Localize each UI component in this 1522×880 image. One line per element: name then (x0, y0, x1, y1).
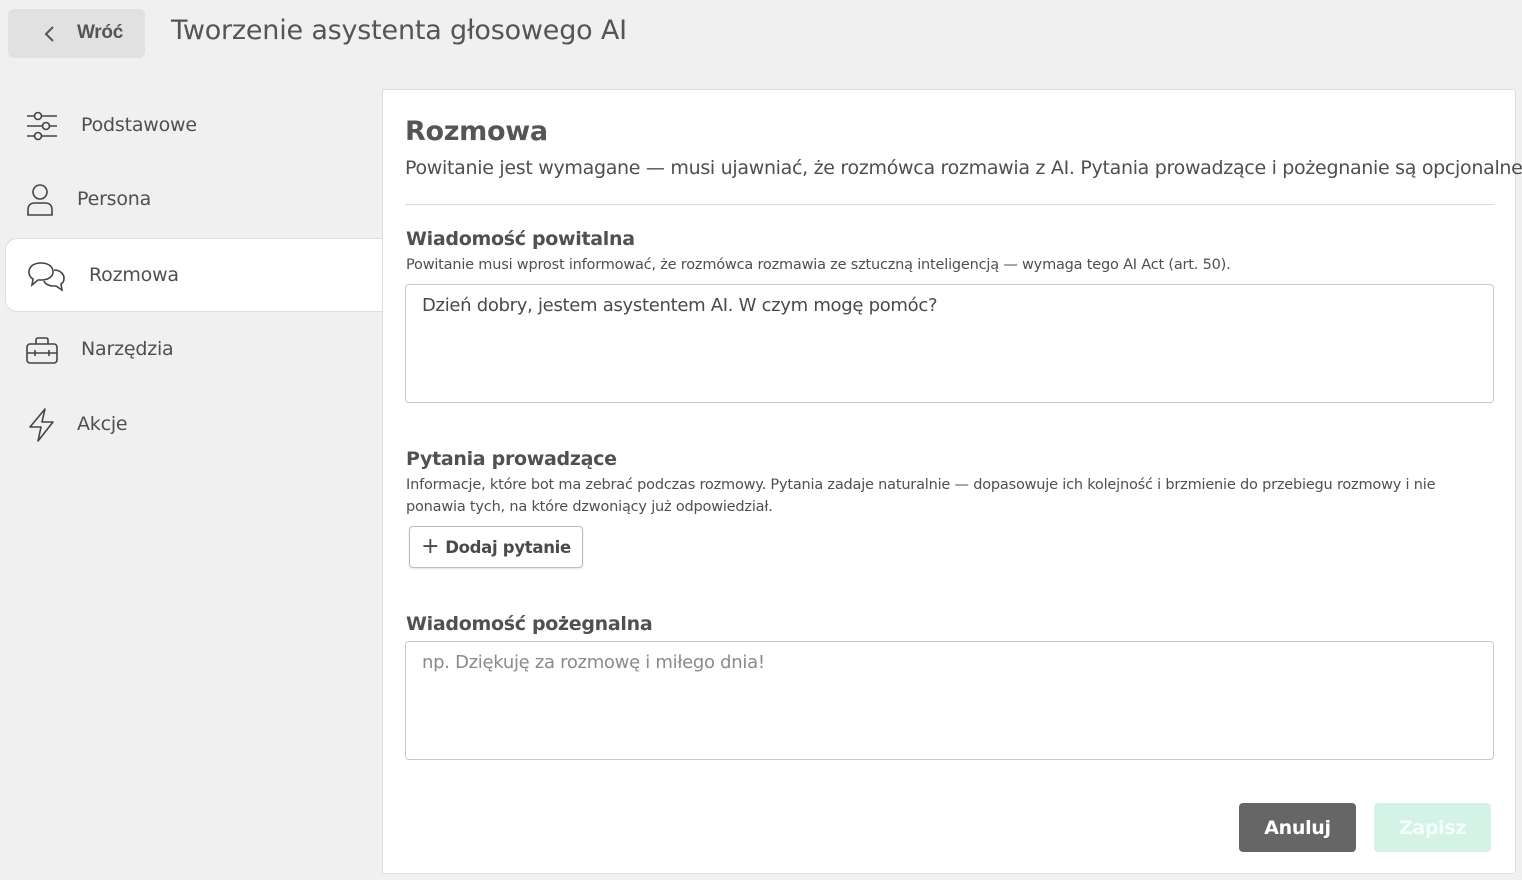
farewell-message-label: Wiadomość pożegnalna (406, 613, 653, 635)
back-button-label: Wróć (77, 22, 123, 43)
section-description: Powitanie jest wymagane — musi ujawniać,… (405, 157, 1522, 179)
sidebar-item-label: Podstawowe (81, 114, 197, 136)
welcome-message-label: Wiadomość powitalna (406, 228, 635, 250)
toolbox-icon (26, 337, 58, 364)
divider (405, 204, 1494, 205)
user-icon (27, 184, 53, 216)
add-question-label: Dodaj pytanie (445, 537, 571, 557)
leading-questions-hint-line1: Informacje, które bot ma zebrać podczas … (406, 477, 1436, 493)
welcome-message-field[interactable]: Dzień dobry, jestem asystentem AI. W czy… (405, 284, 1494, 403)
leading-questions-label: Pytania prowadzące (406, 448, 617, 470)
back-button[interactable]: Wróć (8, 9, 145, 58)
cancel-button[interactable]: Anuluj (1239, 803, 1356, 852)
sidebar-item-rozmowa[interactable]: Rozmowa (5, 238, 384, 312)
page-title: Tworzenie asystenta głosowego AI (171, 15, 627, 46)
welcome-message-hint: Powitanie musi wprost informować, że roz… (406, 257, 1231, 273)
top-bar: Wróć Tworzenie asystenta głosowego AI (0, 0, 1522, 70)
sidebar-item-akcje[interactable]: Akcje (5, 388, 384, 462)
sidebar-item-podstawowe[interactable]: Podstawowe (5, 89, 384, 163)
sliders-icon (27, 111, 57, 141)
sidebar-item-label: Rozmowa (89, 264, 179, 286)
farewell-message-field[interactable] (405, 641, 1494, 760)
sidebar-item-label: Persona (77, 188, 152, 210)
sidebar-item-label: Narzędzia (81, 338, 174, 360)
save-button[interactable]: Zapisz (1374, 803, 1491, 852)
chevron-left-icon (44, 26, 54, 42)
sidebar-item-persona[interactable]: Persona (5, 163, 384, 237)
sidebar-item-label: Akcje (77, 413, 128, 435)
sidebar-item-narzedzia[interactable]: Narzędzia (5, 313, 384, 387)
section-title: Rozmowa (405, 116, 548, 147)
leading-questions-hint-line2: ponawia tych, na które dzwoniący już odp… (406, 499, 773, 515)
add-question-button[interactable]: + Dodaj pytanie (409, 526, 583, 568)
chat-bubbles-icon (28, 262, 65, 292)
conversation-panel: Rozmowa Powitanie jest wymagane — musi u… (382, 89, 1522, 874)
plus-icon: + (421, 533, 440, 559)
lightning-icon (29, 408, 54, 442)
